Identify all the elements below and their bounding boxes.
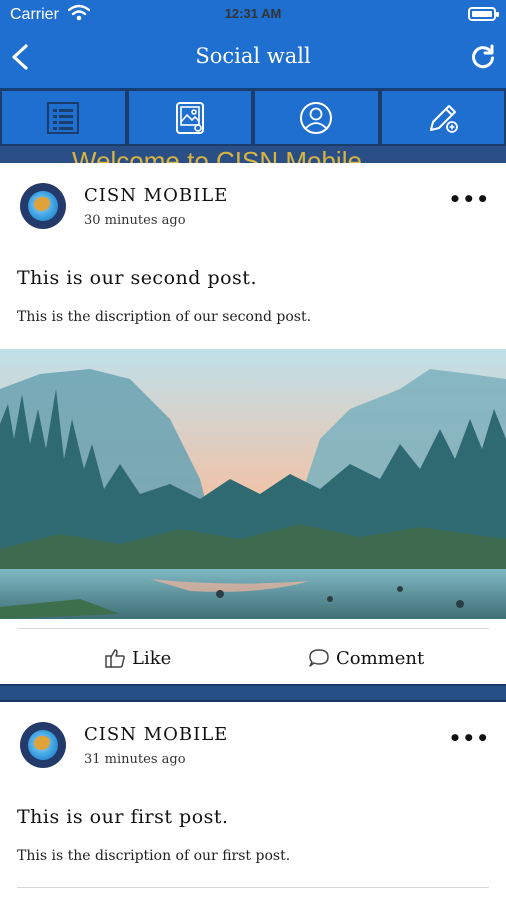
navigation-bar: Social wall [0,32,506,84]
thumbs-up-icon [105,649,125,668]
post-card: CISN MOBILE 30 minutes ago ••• This is o… [0,163,506,684]
post-title: This is our first post. [17,806,229,828]
marquee-text: Welcome to CISN Mobile [72,146,362,163]
tab-photos[interactable] [126,89,253,146]
status-time: 12:31 AM [224,6,282,21]
more-options-icon[interactable]: ••• [449,187,490,211]
status-bar: Carrier 12:31 AM [0,0,506,30]
welcome-marquee: Welcome to CISN Mobile [0,146,506,163]
comment-button[interactable]: Comment [308,647,424,669]
edit-icon [429,104,458,133]
comment-bubble-icon [309,649,329,667]
more-options-icon[interactable]: ••• [449,726,490,750]
tab-profile[interactable] [253,89,380,146]
like-button[interactable]: Like [104,647,171,669]
post-description: This is the discription of our second po… [17,309,312,325]
avatar[interactable] [20,183,66,229]
post-description: This is the discription of our first pos… [17,848,291,864]
tab-create-post[interactable] [379,89,506,146]
post-author[interactable]: CISN MOBILE [84,724,228,745]
comment-label: Comment [336,647,425,669]
post-time: 31 minutes ago [84,752,186,767]
app-header: Carrier 12:31 AM Social wall [0,0,506,88]
post-separator [0,684,506,702]
post-actions: Like Comment [0,639,506,679]
page-title: Social wall [195,44,311,68]
list-icon [47,101,80,134]
post-time: 30 minutes ago [84,213,186,228]
post-title: This is our second post. [17,267,257,289]
battery-icon [468,7,499,21]
tab-feed-list[interactable] [0,89,127,146]
landscape-photo [0,349,506,619]
refresh-icon[interactable] [470,44,496,70]
post-card: CISN MOBILE 31 minutes ago ••• This is o… [0,702,506,900]
user-icon [300,101,333,134]
post-divider [17,887,489,888]
post-author[interactable]: CISN MOBILE [84,185,228,206]
avatar[interactable] [20,722,66,768]
social-feed[interactable]: CISN MOBILE 30 minutes ago ••• This is o… [0,163,506,900]
like-label: Like [132,647,172,669]
tab-bar [0,88,506,146]
post-image[interactable] [0,349,506,619]
image-icon [175,101,204,134]
post-divider [17,628,489,629]
